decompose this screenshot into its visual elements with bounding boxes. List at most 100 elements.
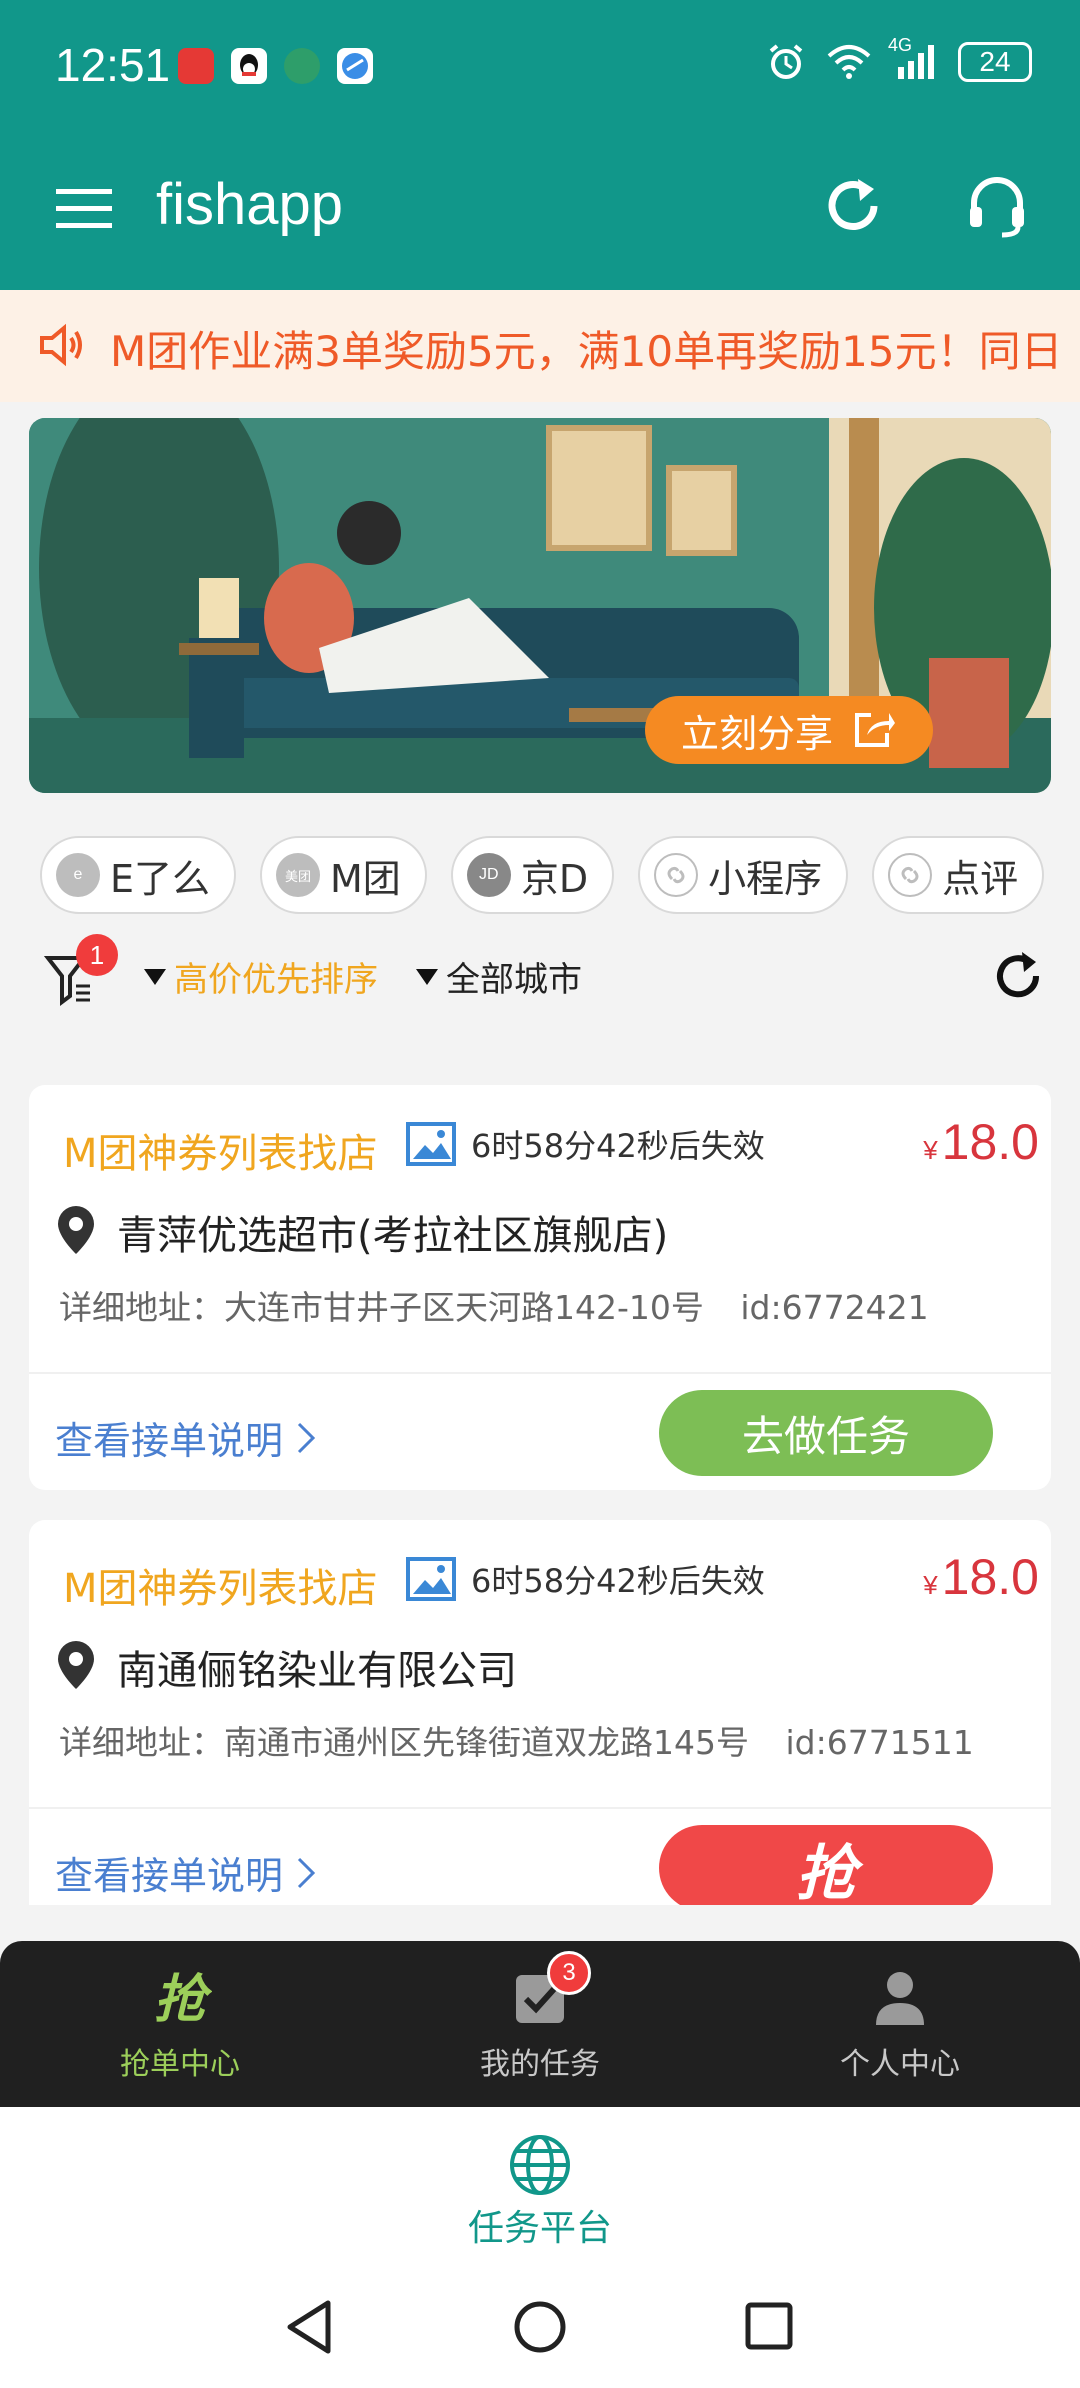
battery-icon: 24 xyxy=(958,42,1032,82)
chevron-right-icon xyxy=(297,1422,316,1453)
notice-text: M团作业满3单奖励5元，满10单再奖励15元！同日 xyxy=(110,327,1063,376)
currency-symbol: ¥ xyxy=(923,1570,938,1600)
chip-label: 点评 xyxy=(942,856,1019,901)
system-nav-bar xyxy=(0,2267,1080,2388)
share-label: 立刻分享 xyxy=(680,711,833,756)
share-icon xyxy=(855,713,895,747)
status-time: 12:51 xyxy=(55,39,171,91)
refresh-icon[interactable] xyxy=(822,175,884,237)
share-button[interactable]: 立刻分享 xyxy=(645,696,933,764)
chip-label: E了么 xyxy=(110,856,211,901)
headset-icon[interactable] xyxy=(966,175,1028,241)
svg-text:抢: 抢 xyxy=(154,1970,212,2025)
chevron-right-icon xyxy=(297,1857,316,1888)
nav-profile[interactable]: 个人中心 xyxy=(720,1941,1080,2107)
address-text: 详细地址：大连市甘井子区天河路142-10号 xyxy=(59,1288,704,1327)
chip-meituan[interactable]: 美团 M团 xyxy=(260,836,427,914)
refresh-list-icon[interactable] xyxy=(992,950,1044,1002)
browser-icon xyxy=(337,48,373,84)
chip-jd[interactable]: JD 京D xyxy=(450,836,615,914)
eleme-icon: e xyxy=(56,853,100,897)
network-type: 4G xyxy=(888,35,913,55)
notice-bar[interactable]: M团作业满3单奖励5元，满10单再奖励15元！同日 xyxy=(0,290,1080,402)
chip-dianping[interactable]: 点评 xyxy=(872,836,1045,914)
city-label: 全部城市 xyxy=(446,960,582,1000)
grab-button[interactable]: 抢 xyxy=(659,1825,993,1905)
link-icon xyxy=(888,853,933,897)
home-icon[interactable] xyxy=(512,2299,568,2355)
link-label: 查看接单说明 xyxy=(55,1419,284,1463)
wifi-icon xyxy=(827,45,871,79)
platform-label: 任务平台 xyxy=(467,2208,612,2249)
image-icon xyxy=(406,1122,456,1166)
do-task-button[interactable]: 去做任务 xyxy=(659,1390,993,1476)
qq-icon xyxy=(231,48,267,84)
price-value: 18.0 xyxy=(941,1549,1039,1605)
chip-label: 京D xyxy=(520,856,589,901)
expire-text: 6时58分42秒后失效 xyxy=(471,1562,765,1600)
store-address: 详细地址：大连市甘井子区天河路142-10号 id:6772421 xyxy=(59,1281,929,1329)
chip-miniprogram[interactable]: 小程序 xyxy=(638,836,849,914)
nav-my-tasks[interactable]: 3 我的任务 xyxy=(360,1941,720,2107)
view-instructions-link[interactable]: 查看接单说明 xyxy=(55,1410,317,1465)
nav-label: 我的任务 xyxy=(480,2047,600,2082)
platform-filter-chips: e E了么 美团 M团 JD 京D 小程序 点评 xyxy=(40,836,1050,916)
store-address: 详细地址：南通市通州区先锋街道双龙路145号 id:6771511 xyxy=(59,1716,974,1764)
nav-grab-center[interactable]: 抢 抢单中心 xyxy=(0,1941,360,2107)
app-icon xyxy=(284,48,320,84)
link-icon xyxy=(654,853,699,897)
hamburger-icon[interactable] xyxy=(56,187,112,231)
grab-icon: 抢 xyxy=(154,1970,212,2025)
triangle-down-icon xyxy=(416,968,438,985)
divider xyxy=(29,1807,1051,1809)
status-indicators: 4G 24 xyxy=(766,35,1032,82)
chip-eleme[interactable]: e E了么 xyxy=(40,836,237,914)
promo-banner[interactable]: 立刻分享 xyxy=(29,418,1051,793)
sort-label: 高价优先排序 xyxy=(174,960,378,1000)
divider xyxy=(29,1372,1051,1374)
city-dropdown[interactable]: 全部城市 xyxy=(414,952,582,1001)
status-app-icons xyxy=(178,48,373,84)
speaker-icon xyxy=(40,323,82,367)
store-name: 青萍优选超市(考拉社区旗舰店) xyxy=(117,1213,669,1259)
chip-label: 小程序 xyxy=(708,856,823,901)
huawei-appgallery-icon xyxy=(178,48,214,84)
task-expire: 6时58分42秒后失效 xyxy=(405,1556,765,1602)
recents-icon[interactable] xyxy=(744,2301,794,2351)
person-icon xyxy=(876,1972,924,2025)
location-pin-icon xyxy=(58,1206,94,1254)
task-card[interactable]: M团神券列表找店 6时58分42秒后失效 ¥18.0 青萍优选超市(考拉社区旗舰… xyxy=(29,1085,1051,1490)
meituan-icon: 美团 xyxy=(276,853,321,897)
expire-text: 6时58分42秒后失效 xyxy=(471,1127,765,1165)
tasks-badge: 3 xyxy=(547,1951,591,1995)
location-pin-icon xyxy=(58,1641,94,1689)
link-label: 查看接单说明 xyxy=(55,1854,284,1898)
globe-icon xyxy=(510,2135,570,2195)
filter-row: 1 高价优先排序 全部城市 xyxy=(0,930,1080,1020)
store-name: 南通俪铭染业有限公司 xyxy=(117,1648,517,1694)
currency-symbol: ¥ xyxy=(923,1135,938,1165)
back-icon[interactable] xyxy=(284,2299,334,2355)
jd-icon: JD xyxy=(466,853,511,897)
image-icon xyxy=(406,1557,456,1601)
task-title: M团神券列表找店 xyxy=(63,1566,378,1612)
task-id: id:6771511 xyxy=(785,1723,974,1762)
sort-dropdown[interactable]: 高价优先排序 xyxy=(142,952,378,1001)
nav-label: 个人中心 xyxy=(840,2047,960,2082)
app-bar: fishapp xyxy=(0,135,1080,290)
nav-label: 抢单中心 xyxy=(120,2047,240,2082)
triangle-down-icon xyxy=(144,968,166,985)
address-text: 详细地址：南通市通州区先锋街道双龙路145号 xyxy=(59,1723,749,1762)
view-instructions-link[interactable]: 查看接单说明 xyxy=(55,1845,317,1900)
task-card[interactable]: M团神券列表找店 6时58分42秒后失效 ¥18.0 南通俪铭染业有限公司 详细… xyxy=(29,1520,1051,1905)
task-title: M团神券列表找店 xyxy=(63,1131,378,1177)
task-platform-tab[interactable]: 任务平台 xyxy=(0,2107,1080,2267)
chip-label: M团 xyxy=(330,856,401,901)
signal-icon: 4G xyxy=(888,35,938,81)
app-title: fishapp xyxy=(156,172,344,237)
alarm-icon xyxy=(769,44,803,79)
task-price: ¥18.0 xyxy=(923,1548,1039,1606)
task-id: id:6772421 xyxy=(740,1288,929,1327)
bottom-nav: 抢 抢单中心 3 我的任务 个人中心 xyxy=(0,1941,1080,2107)
battery-level: 24 xyxy=(979,46,1011,77)
